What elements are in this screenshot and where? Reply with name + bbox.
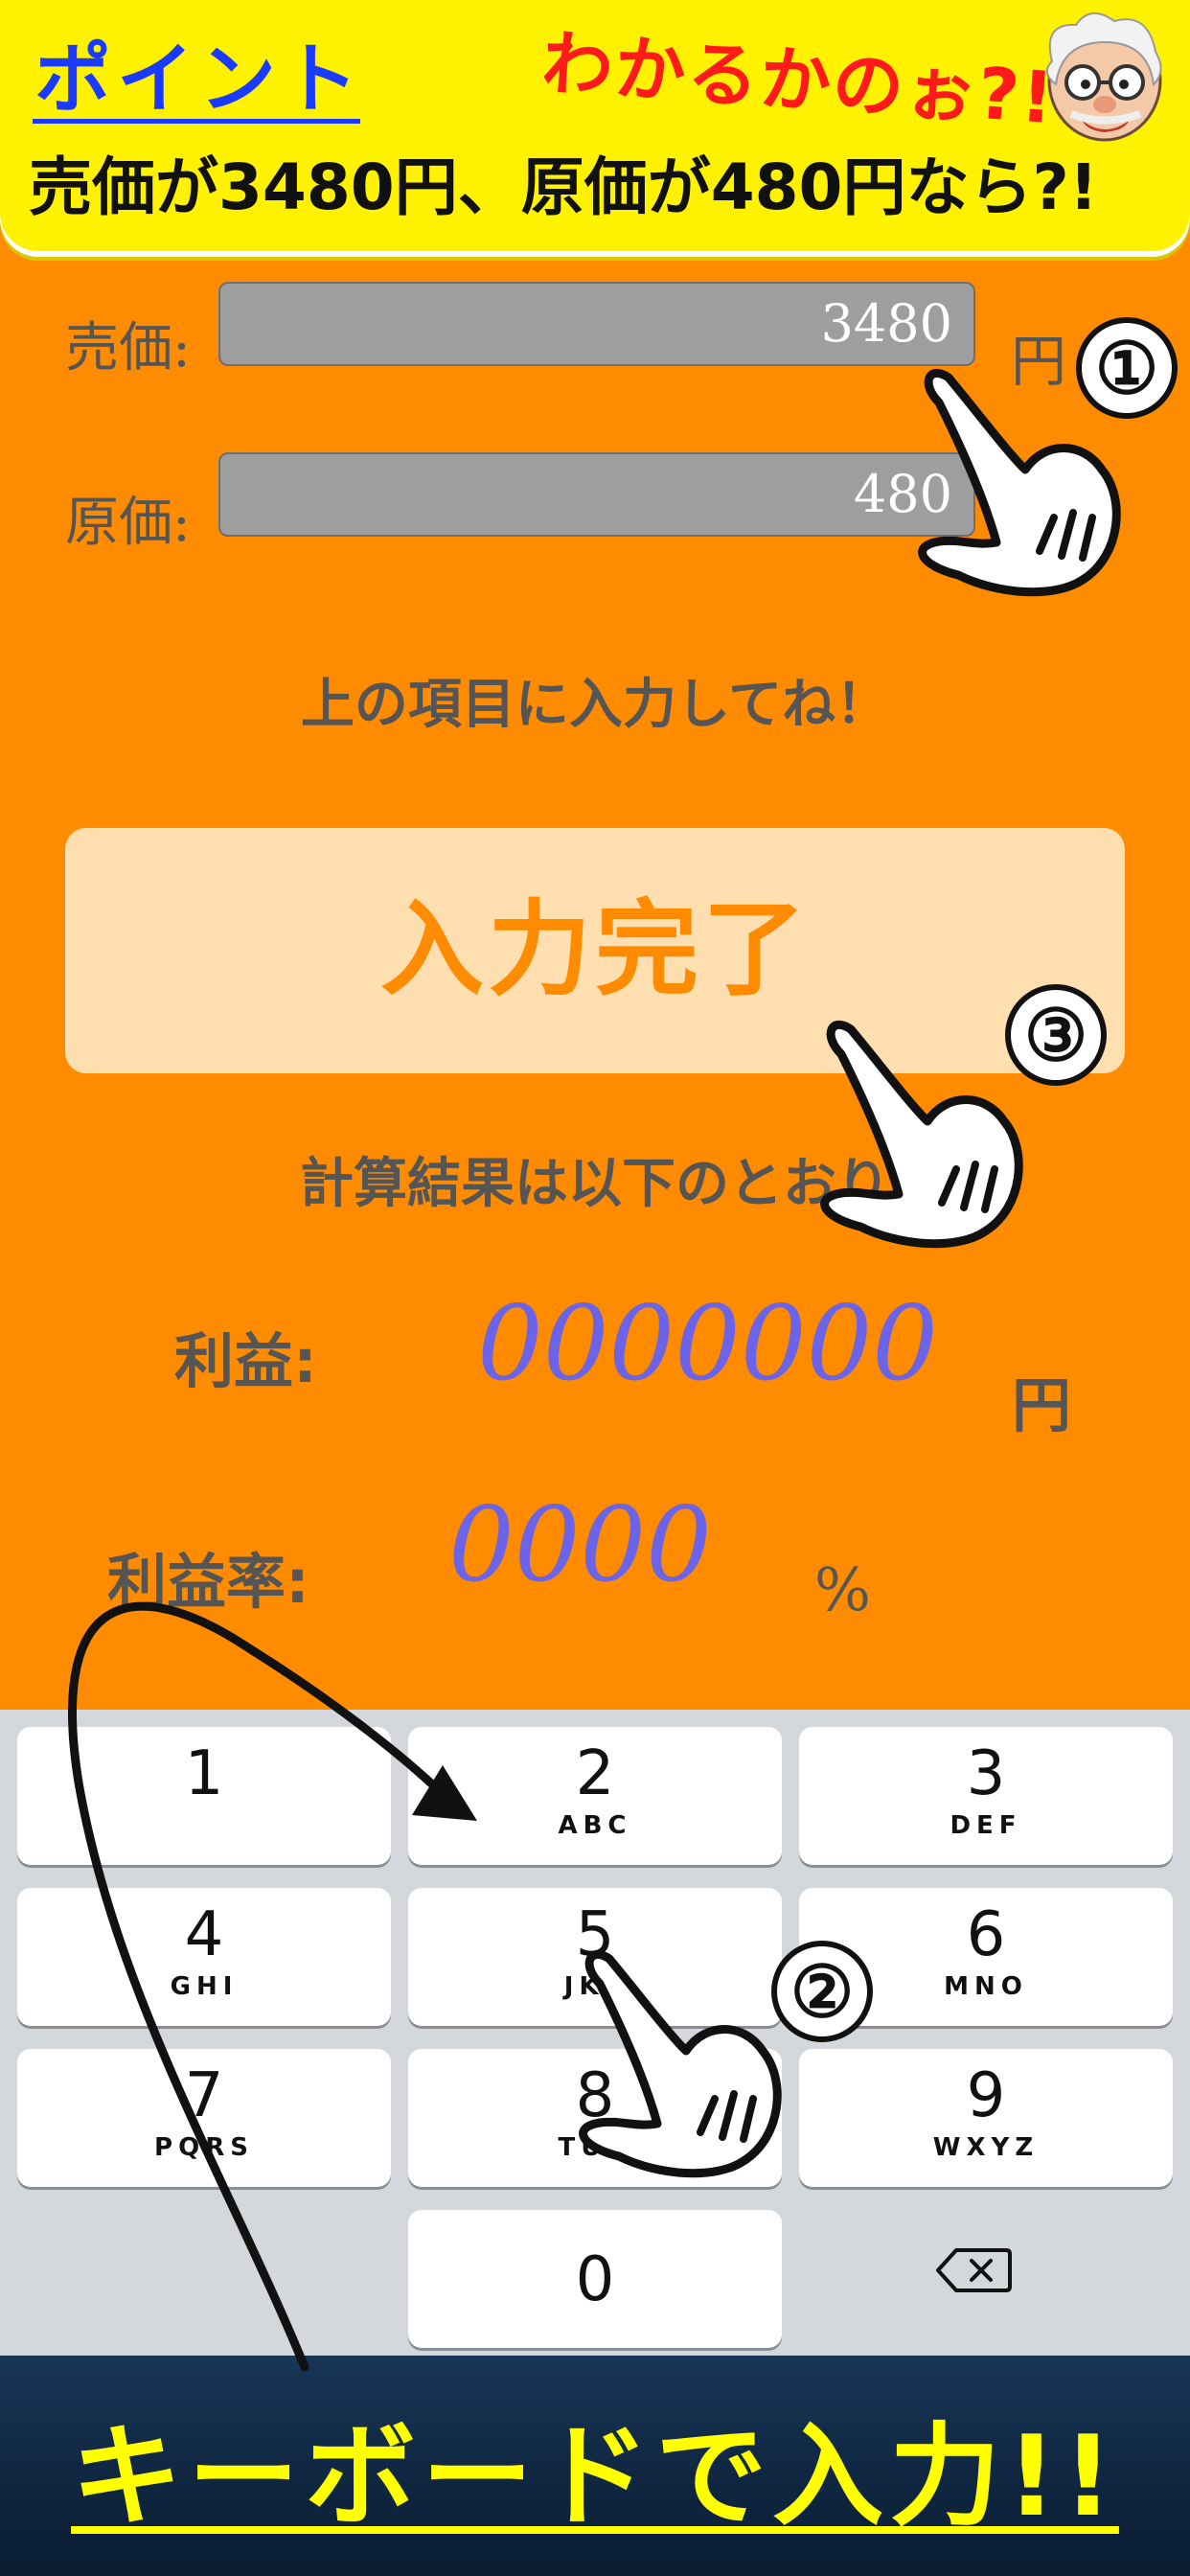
old-man-mascot-icon: [1045, 12, 1162, 142]
top-banner: ポイント わかるかのぉ?! 売価が3480円、原価が480円なら?!: [0, 0, 1190, 251]
cost-price-label: 原価:: [65, 492, 191, 554]
selling-price-yen-unit: 円: [1011, 329, 1067, 394]
profit-rate-label: 利益率:: [107, 1547, 309, 1617]
key-1[interactable]: 1: [17, 1727, 391, 1865]
key-5[interactable]: 5 JKL: [408, 1888, 782, 2026]
result-title: 計算結果は以下のとおり: [300, 1153, 890, 1215]
catch-text: わかるかのぉ?!: [538, 21, 1059, 141]
key-9[interactable]: 9 WXYZ: [799, 2049, 1173, 2187]
profit-rate-percent-unit: %: [814, 1554, 871, 1624]
key-2[interactable]: 2 ABC: [408, 1727, 782, 1865]
cost-price-input[interactable]: 480: [218, 452, 975, 537]
input-complete-button[interactable]: 入力完了: [65, 828, 1125, 1073]
key-8[interactable]: 8 TUV: [408, 2049, 782, 2187]
key-4[interactable]: 4 GHI: [17, 1888, 391, 2026]
selling-price-input[interactable]: 3480: [218, 282, 975, 366]
banner-question: 売価が3480円、原価が480円なら?!: [29, 150, 1098, 224]
profit-rate-value: 0000: [448, 1485, 712, 1605]
point-label: ポイント: [34, 34, 364, 124]
key-3[interactable]: 3 DEF: [799, 1727, 1173, 1865]
selling-price-label: 売価:: [65, 317, 191, 380]
profit-value: 0000000: [477, 1284, 938, 1404]
input-hint-text: 上の項目に入力してね！: [300, 674, 890, 736]
backspace-icon[interactable]: [935, 2246, 1012, 2294]
key-6[interactable]: 6 MNO: [799, 1888, 1173, 2026]
profit-yen-unit: 円: [1012, 1370, 1072, 1440]
key-0[interactable]: 0: [408, 2210, 782, 2348]
key-7[interactable]: 7 PQRS: [17, 2049, 391, 2187]
point-underline: [33, 119, 360, 124]
svg-text:①: ①: [1095, 328, 1158, 410]
footer-caption: キーボードで入力!!: [71, 2412, 1119, 2542]
step-1-marker: ①: [1076, 317, 1178, 419]
profit-label: 利益:: [174, 1326, 317, 1396]
